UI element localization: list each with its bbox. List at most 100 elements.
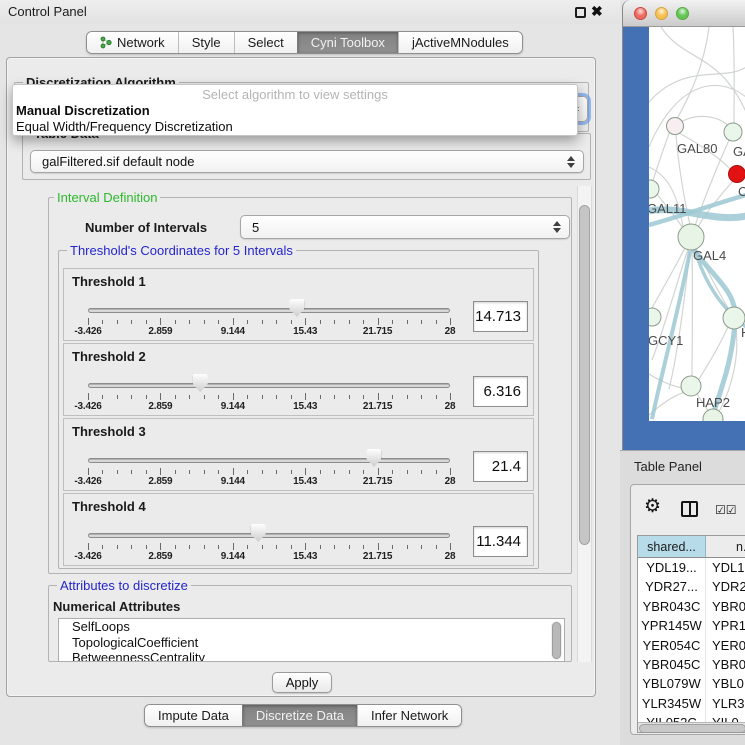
tick-mark xyxy=(247,470,248,474)
table-row[interactable]: YER054CYER0 xyxy=(638,636,745,655)
threshold-slider-handle[interactable] xyxy=(366,449,381,467)
threshold-value-input[interactable]: 14.713 xyxy=(473,301,528,332)
threshold-slider-handle[interactable] xyxy=(193,374,208,392)
table-row[interactable]: YDL19...YDL1 xyxy=(638,558,745,577)
threshold-slider-track[interactable] xyxy=(88,308,450,313)
tick-mark xyxy=(117,470,118,474)
tick-mark xyxy=(436,470,437,474)
network-node-gcy1[interactable] xyxy=(649,308,661,326)
algorithm-option-equal-width-frequency-discretization[interactable]: Equal Width/Frequency Discretization xyxy=(13,119,577,135)
table-horizontal-scrollbar[interactable] xyxy=(638,722,745,733)
network-node-gal4[interactable] xyxy=(678,224,704,250)
network-node-ga[interactable] xyxy=(724,123,742,141)
cell-name: YLR3 xyxy=(706,694,745,713)
algorithm-option-manual-discretization[interactable]: Manual Discretization xyxy=(13,103,577,119)
tab-network[interactable]: Network xyxy=(87,32,178,53)
tick-label: 9.144 xyxy=(221,326,245,337)
table-scrollbar-thumb[interactable] xyxy=(639,724,745,733)
tab-style[interactable]: Style xyxy=(178,32,234,53)
number-of-intervals-combobox[interactable]: 5 xyxy=(240,215,570,239)
column-header-shared-name[interactable]: shared... xyxy=(638,536,706,557)
apply-button[interactable]: Apply xyxy=(272,672,332,693)
tick-mark xyxy=(102,470,103,474)
network-canvas[interactable]: GAL80GACGAL11GAL4GCY1HHAP2 xyxy=(649,27,745,421)
table-row[interactable]: YIL052CYIL0 xyxy=(638,713,745,722)
threshold-slider-track[interactable] xyxy=(88,458,450,463)
node-label: GCY1 xyxy=(649,333,683,348)
tick-mark xyxy=(363,320,364,324)
close-icon[interactable]: ✖ xyxy=(591,3,603,20)
table-row[interactable]: YPR145WYPR1 xyxy=(638,616,745,635)
tab-impute-data[interactable]: Impute Data xyxy=(145,705,242,726)
column-header-name[interactable]: n... xyxy=(706,536,745,557)
tick-mark xyxy=(392,470,393,474)
cyni-mode-tabs: Impute DataDiscretize DataInfer Network xyxy=(144,704,462,727)
tick-mark xyxy=(102,320,103,324)
list-scrollbar[interactable] xyxy=(551,621,562,660)
tab-cyni-toolbox[interactable]: Cyni Toolbox xyxy=(297,32,398,53)
minimize-traffic-light-icon[interactable] xyxy=(655,7,668,20)
network-node-c[interactable] xyxy=(729,166,745,183)
threshold-slider-handle[interactable] xyxy=(251,524,266,542)
tick-mark xyxy=(349,545,350,549)
tick-mark xyxy=(233,468,234,475)
tick-mark xyxy=(276,320,277,324)
tab-select[interactable]: Select xyxy=(234,32,297,53)
tick-mark xyxy=(276,395,277,399)
tick-mark xyxy=(233,318,234,325)
table-data-combobox[interactable]: galFiltered.sif default node xyxy=(30,150,584,173)
tick-mark xyxy=(320,545,321,549)
float-window-icon[interactable] xyxy=(575,7,586,18)
attribute-item-topologicalcoefficient[interactable]: TopologicalCoefficient xyxy=(59,635,564,651)
tick-mark xyxy=(320,320,321,324)
threshold-value-input[interactable]: 21.4 xyxy=(473,451,528,482)
tick-label: 28 xyxy=(445,401,456,412)
table-row[interactable]: YLR345WYLR3 xyxy=(638,694,745,713)
network-edge xyxy=(677,27,709,119)
threshold-slider-track[interactable] xyxy=(88,383,450,388)
threshold-value-input[interactable]: 11.344 xyxy=(473,526,528,557)
close-traffic-light-icon[interactable] xyxy=(634,7,647,20)
table-row[interactable]: YBL079WYBL0 xyxy=(638,674,745,693)
tick-mark xyxy=(378,468,379,475)
select-columns-checkboxes-icon[interactable]: ☑☑ xyxy=(715,503,737,517)
table-row[interactable]: YDR27...YDR2 xyxy=(638,577,745,596)
tick-mark xyxy=(233,543,234,550)
tick-mark xyxy=(291,470,292,474)
network-node-hap2[interactable] xyxy=(681,376,701,396)
table-panel-title: Table Panel xyxy=(634,459,702,474)
tick-mark xyxy=(407,320,408,324)
zoom-traffic-light-icon[interactable] xyxy=(676,7,689,20)
tick-label: -3.426 xyxy=(74,401,101,412)
tick-mark xyxy=(392,320,393,324)
screen: Control Panel ✖ NetworkStyleSelectCyni T… xyxy=(0,0,745,745)
threshold-slider-handle[interactable] xyxy=(289,299,304,317)
tick-mark xyxy=(189,395,190,399)
tick-mark xyxy=(146,320,147,324)
attribute-item-selfloops[interactable]: SelfLoops xyxy=(59,619,564,635)
content-scrollbar[interactable] xyxy=(577,186,592,662)
attribute-item-betweennesscentrality[interactable]: BetweennessCentrality xyxy=(59,650,564,662)
network-view-window: GAL80GACGAL11GAL4GCY1HHAP2 xyxy=(622,0,745,450)
tick-label: 28 xyxy=(445,476,456,487)
numerical-attributes-list[interactable]: SelfLoopsTopologicalCoefficientBetweenne… xyxy=(58,618,565,662)
cell-shared-name: YBR045C xyxy=(638,655,706,674)
columns-icon[interactable] xyxy=(681,501,698,517)
table-row[interactable]: YBR043CYBR0 xyxy=(638,597,745,616)
table-row[interactable]: YBR045CYBR0 xyxy=(638,655,745,674)
tab-jactivemnodules[interactable]: jActiveMNodules xyxy=(398,32,522,53)
tick-mark xyxy=(146,470,147,474)
tick-label: 21.715 xyxy=(363,551,392,562)
content-scrollbar-thumb[interactable] xyxy=(579,205,590,545)
combo-arrows-icon xyxy=(553,221,561,233)
tab-discretize-data[interactable]: Discretize Data xyxy=(242,705,357,726)
threshold-value-input[interactable]: 6.316 xyxy=(473,376,528,407)
network-node-gal80[interactable] xyxy=(667,118,684,135)
tab-infer-network[interactable]: Infer Network xyxy=(357,705,461,726)
cell-shared-name: YPR145W xyxy=(638,616,706,635)
algorithm-dropdown-hint: Select algorithm to view settings xyxy=(13,86,577,103)
tick-mark xyxy=(421,470,422,474)
gear-icon[interactable]: ⚙ xyxy=(644,497,661,516)
tick-mark xyxy=(320,395,321,399)
threshold-slider-track[interactable] xyxy=(88,533,450,538)
